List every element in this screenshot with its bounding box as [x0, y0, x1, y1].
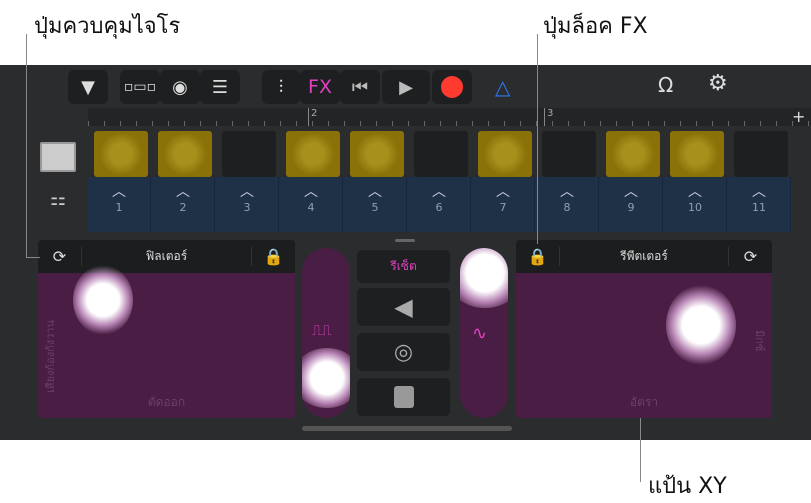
chevron-up-icon: ︿ [112, 184, 126, 200]
chevron-up-icon: ︿ [304, 184, 318, 200]
section-number: 5 [371, 201, 379, 214]
pattern-cell[interactable] [414, 131, 468, 177]
reset-button[interactable]: รีเซ็ต [357, 250, 450, 283]
view-menu-button[interactable]: ▼ [68, 70, 108, 104]
ruler-marker: 2 [308, 108, 317, 126]
triangle-down-icon: ▼ [81, 76, 95, 98]
fx-lock-callout: ปุ่มล็อค FX [543, 14, 648, 39]
sliders-icon: ⫶ [278, 76, 284, 98]
timeline-ruler[interactable]: 2 3 [88, 108, 811, 126]
section-number: 11 [752, 201, 766, 214]
pattern-cell[interactable] [606, 131, 660, 177]
left-filter-strip[interactable]: ⎍⎍ [302, 248, 350, 418]
drummer-icon: ◉ [172, 76, 188, 98]
gyro-callout: ปุ่มควบคุมไจโร [34, 14, 181, 39]
section-column[interactable]: ︿ 2 [152, 177, 215, 232]
instrument-button[interactable]: ◉ [160, 70, 200, 104]
section-column[interactable]: ︿ 10 [664, 177, 727, 232]
chevron-up-icon: ︿ [752, 184, 766, 200]
edit-grid-icon[interactable]: ⚏ [50, 189, 66, 210]
sine-wave-icon: ∿ [472, 323, 488, 344]
garageband-fx-view: ▼ ▫▭▫ ◉ ☰ ⫶ FX ⏮ ▶ △ Ω ⚙ 2 3 + ⚏ ︿ 1 ︿ 2 ︿ 3 ︿… [0, 65, 811, 440]
loop-icon[interactable]: Ω [658, 73, 673, 97]
pattern-cell[interactable] [542, 131, 596, 177]
chevron-up-icon: ︿ [560, 184, 574, 200]
section-number: 2 [179, 201, 187, 214]
left-pad-title[interactable]: ฟิลเตอร์ [82, 247, 251, 266]
stop-button[interactable] [357, 378, 450, 416]
section-number: 1 [115, 201, 123, 214]
pattern-cell[interactable] [734, 131, 788, 177]
section-number: 4 [307, 201, 315, 214]
scrollbar[interactable] [302, 426, 512, 431]
list-icon: ☰ [211, 76, 229, 98]
pattern-cell[interactable] [478, 131, 532, 177]
right-pad-title[interactable]: รีพีตเตอร์ [560, 247, 728, 266]
y-axis-label: เสียงก้องกังวาน [44, 320, 57, 393]
beat-sequencer-icon[interactable] [40, 142, 76, 172]
reverse-button[interactable]: ◀ [357, 288, 450, 326]
section-number: 8 [563, 201, 571, 214]
pattern-cell[interactable] [94, 131, 148, 177]
x-axis-label: อัตรา [629, 395, 659, 409]
right-filter-strip[interactable]: ∿ [460, 248, 508, 418]
right-xy-pad[interactable]: 🔒 รีพีตเตอร์ ⟳ อัตรา มิกซ์ [516, 240, 772, 418]
metronome-icon[interactable]: △ [495, 75, 510, 99]
xy-pad-callout: แป้น XY [648, 474, 727, 499]
section-column[interactable]: ︿ 9 [600, 177, 663, 232]
chevron-up-icon: ︿ [432, 184, 446, 200]
settings-gear-icon[interactable]: ⚙ [708, 71, 728, 96]
drag-handle[interactable] [395, 239, 415, 242]
section-column[interactable]: ︿ 11 [728, 177, 791, 232]
gyro-control-icon[interactable]: ⟳ [38, 247, 82, 266]
section-column[interactable]: ︿ 3 [216, 177, 279, 232]
record-button[interactable] [432, 70, 472, 104]
section-number: 10 [688, 201, 702, 214]
mixer-button[interactable]: ⫶ [262, 70, 300, 104]
section-number: 3 [243, 201, 251, 214]
gyro-control-icon[interactable]: ⟳ [728, 247, 772, 266]
section-column[interactable]: ︿ 5 [344, 177, 407, 232]
section-column[interactable]: ︿ 4 [280, 177, 343, 232]
play-button[interactable]: ▶ [382, 70, 430, 104]
chevron-up-icon: ︿ [688, 184, 702, 200]
chevron-up-icon: ︿ [368, 184, 382, 200]
pattern-cell[interactable] [222, 131, 276, 177]
scratch-button[interactable]: ◎ [357, 333, 450, 371]
fx-button[interactable]: FX [300, 70, 340, 104]
section-number: 9 [627, 201, 635, 214]
tracks-icon: ▫▭▫ [123, 79, 157, 95]
section-column[interactable]: ︿ 1 [88, 177, 151, 232]
section-number: 6 [435, 201, 443, 214]
section-column[interactable]: ︿ 6 [408, 177, 471, 232]
fx-lock-icon[interactable]: 🔒 [516, 247, 560, 266]
pattern-cell[interactable] [158, 131, 212, 177]
pattern-cell[interactable] [350, 131, 404, 177]
chevron-up-icon: ︿ [240, 184, 254, 200]
square-wave-icon: ⎍⎍ [312, 323, 332, 339]
section-column[interactable]: ︿ 8 [536, 177, 599, 232]
chevron-up-icon: ︿ [496, 184, 510, 200]
skip-back-icon: ⏮ [351, 76, 369, 98]
triangle-left-icon: ◀ [394, 293, 413, 321]
section-number: 7 [499, 201, 507, 214]
pattern-cell[interactable] [286, 131, 340, 177]
pattern-cell[interactable] [670, 131, 724, 177]
record-icon [441, 76, 463, 98]
stop-icon [393, 386, 414, 408]
tracks-view-button[interactable]: ☰ [200, 70, 240, 104]
y-axis-label: มิกซ์ [753, 330, 766, 352]
chevron-up-icon: ︿ [624, 184, 638, 200]
chevron-up-icon: ︿ [176, 184, 190, 200]
add-section-button[interactable]: + [792, 107, 805, 126]
x-axis-label: ตัดออก [147, 395, 186, 409]
rewind-button[interactable]: ⏮ [340, 70, 380, 104]
ruler-marker: 3 [544, 108, 553, 126]
play-icon: ▶ [399, 76, 413, 98]
left-xy-pad[interactable]: ⟳ ฟิลเตอร์ 🔒 ตัดออก เสียงก้องกังวาน [38, 240, 295, 418]
section-column[interactable]: ︿ 7 [472, 177, 535, 232]
lock-icon[interactable]: 🔒 [251, 247, 295, 266]
turntable-icon: ◎ [393, 339, 414, 365]
browser-button[interactable]: ▫▭▫ [120, 70, 160, 104]
